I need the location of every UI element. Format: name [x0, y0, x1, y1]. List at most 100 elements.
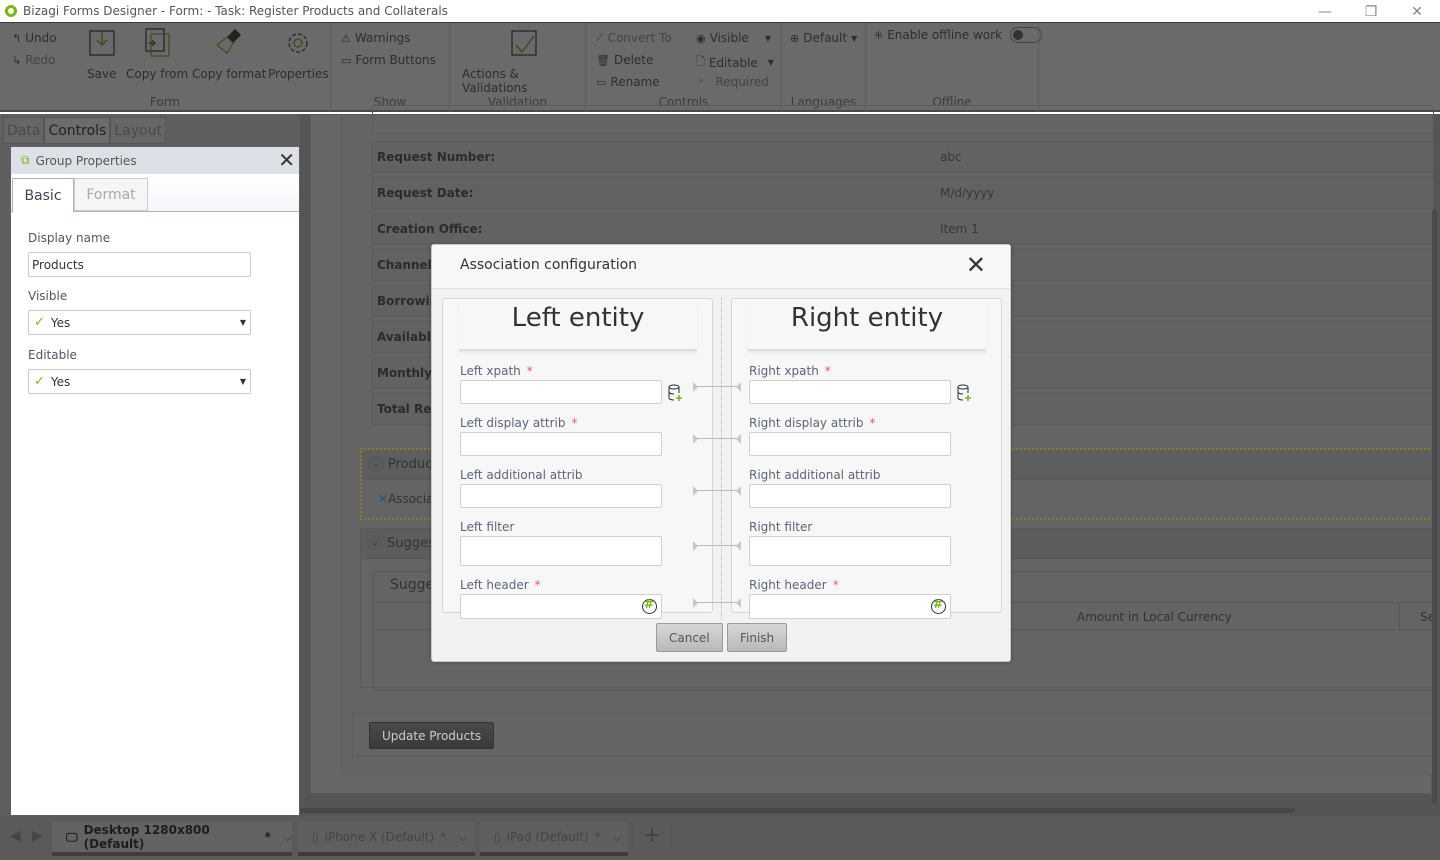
left-entity-panel: Left entity Left xpath * Left display att…: [442, 298, 713, 619]
left-xpath-input[interactable]: [460, 380, 662, 404]
ribbon-group-form: ↰ Undo ↳ Redo Save Copy from Copy format P…: [0, 23, 331, 112]
offline-icon: ⁜: [874, 28, 884, 42]
chevron-down-icon[interactable]: ⌵: [283, 830, 292, 845]
minimize-button[interactable]: —: [1302, 0, 1348, 23]
tab-basic[interactable]: Basic: [12, 178, 74, 213]
save-button[interactable]: Save: [87, 27, 116, 81]
horizontal-scrollbar[interactable]: [300, 808, 1295, 813]
form-top-container: [372, 105, 1434, 134]
left-additional-attrib-input[interactable]: [460, 484, 662, 508]
scroll-right-arrow-icon[interactable]: ▶: [32, 828, 43, 844]
divider: [721, 298, 722, 620]
convert-to-button[interactable]: ⟋ Convert To: [596, 31, 672, 45]
form-buttons-button[interactable]: ▭ Form Buttons: [341, 53, 436, 67]
chevron-down-icon[interactable]: ⌵: [613, 830, 622, 845]
actions-validations-button[interactable]: Actions & Validations: [462, 27, 585, 95]
right-display-attrib-input[interactable]: [749, 432, 951, 456]
close-panel-button[interactable]: ✕: [278, 150, 295, 170]
localization-globe-icon[interactable]: [931, 597, 946, 614]
visible-dropdown[interactable]: ◉ Visible ▼: [696, 31, 771, 45]
left-header-input[interactable]: [460, 594, 662, 619]
field-connector: [693, 598, 741, 608]
form-row[interactable]: Request Date: M/d/yyyy: [372, 177, 1434, 209]
restore-button[interactable]: ❐: [1348, 0, 1394, 23]
dropdown-caret-icon: ▼: [764, 33, 771, 43]
column-divider: [1399, 603, 1400, 631]
language-dropdown[interactable]: ⊕ Default ▼: [790, 31, 857, 45]
update-products-button[interactable]: Update Products: [369, 722, 495, 749]
form-row[interactable]: Request Number: abc: [372, 141, 1434, 173]
left-additional-attrib-label: Left additional attrib: [460, 468, 583, 482]
tab-controls[interactable]: Controls: [44, 117, 111, 144]
ribbon: ↰ Undo ↳ Redo Save Copy from Copy format P…: [0, 23, 1440, 112]
tab-layout[interactable]: Layout: [110, 117, 166, 144]
editable-select[interactable]: ✓ Yes ▼: [28, 369, 251, 394]
enable-offline-toggle[interactable]: ⁜ Enable offline work: [874, 27, 1043, 43]
form-row[interactable]: Creation Office: Item 1: [372, 213, 1434, 245]
localization-globe-icon[interactable]: [642, 597, 657, 614]
right-additional-attrib-input[interactable]: [749, 484, 951, 508]
left-entity-title: Left entity: [459, 303, 697, 351]
undo-icon: ↰: [12, 31, 22, 45]
editable-dropdown[interactable]: 🗋 Editable ▼: [696, 53, 774, 72]
association-control[interactable]: ✕Associa: [378, 492, 433, 506]
undo-button[interactable]: ↰ Undo: [12, 31, 57, 45]
window-title: Bizagi Forms Designer - Form: - Task: Re…: [23, 4, 448, 18]
warnings-button[interactable]: ⚠ Warnings: [341, 31, 410, 45]
scroll-left-arrow-icon[interactable]: ◀: [10, 828, 21, 844]
vertical-scrollbar[interactable]: [1432, 209, 1437, 804]
tablet-icon: ▯: [494, 830, 501, 844]
left-display-attrib-input[interactable]: [460, 432, 662, 456]
display-name-label: Display name: [28, 231, 111, 245]
collapse-chevron-icon[interactable]: ⌄: [367, 535, 383, 551]
device-tab-iphone[interactable]: ▯ iPhone X (Default) * ⌵: [298, 822, 475, 856]
left-filter-input[interactable]: [460, 536, 662, 566]
field-connector: [693, 486, 741, 496]
redo-icon: ↳: [12, 53, 22, 67]
copy-format-button[interactable]: Copy format: [192, 27, 266, 81]
editable-label: Editable: [28, 348, 77, 362]
column-header: Amount in Local Currency: [1077, 610, 1232, 624]
device-tab-ipad[interactable]: ▯ iPad (Default) * ⌵: [480, 822, 628, 856]
association-icon: ✕: [378, 492, 389, 506]
form-buttons-icon: ▭: [341, 53, 352, 67]
title-bar: Bizagi Forms Designer - Form: - Task: Re…: [0, 0, 1440, 23]
warning-icon: ⚠: [341, 31, 351, 45]
gear-icon: [288, 33, 308, 53]
finish-button[interactable]: Finish: [727, 623, 788, 652]
visible-select[interactable]: ✓ Yes ▼: [28, 310, 251, 335]
required-button[interactable]: * Required: [698, 75, 769, 89]
database-add-icon[interactable]: [957, 384, 971, 402]
add-device-button[interactable]: +: [633, 822, 671, 852]
field-connector: [693, 434, 741, 444]
right-header-input[interactable]: [749, 594, 951, 619]
dropdown-caret-icon: ▼: [239, 318, 246, 327]
redo-button[interactable]: ↳ Redo: [12, 53, 55, 67]
cancel-button[interactable]: Cancel: [656, 623, 723, 652]
toggle-switch[interactable]: [1010, 27, 1043, 43]
display-name-input[interactable]: Products: [28, 252, 251, 277]
copy-from-icon: [145, 28, 170, 57]
ribbon-group-languages: ⊕ Default ▼ Languages: [782, 23, 866, 112]
chevron-down-icon[interactable]: ⌵: [458, 830, 467, 845]
right-entity-title: Right entity: [748, 303, 986, 351]
properties-button[interactable]: Properties: [268, 27, 329, 81]
ribbon-group-offline: ⁜ Enable offline work Offline: [866, 23, 1043, 112]
dropdown-caret-icon: ▼: [767, 58, 774, 67]
right-filter-label: Right filter: [749, 520, 813, 534]
right-filter-input[interactable]: [749, 536, 951, 566]
rename-button[interactable]: ▭ Rename: [596, 75, 660, 89]
tab-data[interactable]: Data: [3, 117, 45, 144]
device-tab-desktop[interactable]: 🖵 Desktop 1280x800 (Default) * ⌵: [52, 822, 292, 856]
close-window-button[interactable]: ✕: [1394, 0, 1440, 23]
close-dialog-button[interactable]: ✕: [966, 252, 986, 278]
collapse-chevron-icon[interactable]: ⌄: [368, 456, 384, 472]
group-properties-panel: ⧉ Group Properties ✕ Basic Format Displa…: [11, 147, 299, 815]
right-entity-panel: Right entity Right xpath * Right display …: [731, 298, 1002, 619]
tab-format[interactable]: Format: [74, 178, 148, 211]
delete-button[interactable]: 🗑 Delete: [596, 53, 653, 67]
database-add-icon[interactable]: [668, 384, 682, 402]
copy-from-button[interactable]: Copy from: [126, 27, 188, 81]
right-xpath-input[interactable]: [749, 380, 951, 404]
asterisk-icon: *: [698, 75, 704, 89]
